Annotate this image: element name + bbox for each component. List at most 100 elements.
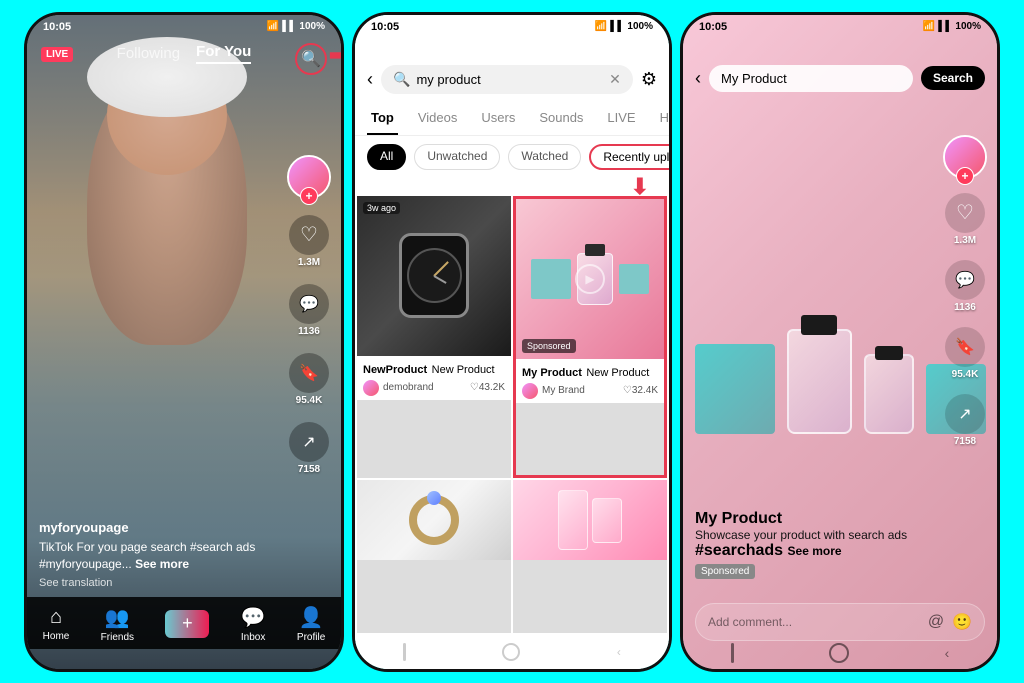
arrow-to-search: ➡: [329, 41, 344, 70]
create-video-btn[interactable]: +: [165, 610, 209, 638]
add-icon: +: [182, 613, 193, 634]
watch-image: [357, 196, 511, 356]
perfume-cap-large: [801, 315, 837, 335]
comment-count-p3: 1136: [954, 302, 976, 313]
nav-home-btn[interactable]: ⌂ Home: [43, 606, 70, 642]
creator-username: myforyoupage: [39, 520, 281, 535]
clear-search-icon[interactable]: ✕: [609, 71, 621, 88]
like-count-p3: 1.3M: [954, 235, 976, 246]
emoji-button[interactable]: 🙂: [952, 612, 972, 632]
perfume-image: ▶: [516, 199, 664, 359]
search-result-3[interactable]: [357, 480, 511, 633]
result-title-2: My Product New Product: [522, 363, 658, 381]
tab-users[interactable]: Users: [477, 102, 519, 135]
filter-tabs: Top Videos Users Sounds LIVE Hashtags: [355, 102, 669, 136]
nav-profile-btn[interactable]: 👤 Profile: [297, 605, 325, 643]
share-count-p3: 7158: [954, 436, 976, 447]
follow-plus-badge-p3[interactable]: +: [956, 167, 974, 185]
creator-avatar-p3[interactable]: +: [943, 135, 987, 179]
share-icon: ↗: [289, 422, 329, 462]
product-info: My Product Showcase your product with se…: [695, 510, 942, 579]
like-button-p3[interactable]: ♡ 1.3M: [945, 193, 985, 246]
comment-button[interactable]: 💬 1136: [289, 284, 329, 337]
see-more-link-p3[interactable]: See more: [788, 544, 842, 558]
battery-p3: 100%: [955, 21, 981, 32]
sub-filter-chips: All Unwatched Watched Recently uploaded: [355, 136, 669, 178]
brand-name-1: demobrand: [383, 382, 434, 393]
cosmetic-bottle-1: [558, 490, 588, 550]
like-button[interactable]: ♡ 1.3M: [289, 215, 329, 268]
result-meta-2: My Product New Product My Brand ♡32.4K: [516, 359, 664, 403]
chip-unwatched[interactable]: Unwatched: [414, 144, 500, 170]
product-title: My Product: [695, 510, 942, 528]
tab-live[interactable]: LIVE: [603, 102, 639, 135]
wifi-icon-p2: 📶: [595, 21, 607, 32]
search-header: ‹ 🔍 my product ✕ ⚙: [355, 37, 669, 102]
teal-box-small: [619, 264, 649, 294]
search-icon-phone1: 🔍: [301, 49, 321, 69]
share-icon-p3: ↗: [945, 394, 985, 434]
friends-icon: 👥: [105, 605, 130, 630]
see-translation[interactable]: See translation: [39, 577, 281, 589]
nav-friends-btn[interactable]: 👥 Friends: [101, 605, 134, 643]
nav-following[interactable]: Following: [117, 45, 180, 62]
back-button-p2[interactable]: ‹: [367, 69, 373, 90]
search-button-p3[interactable]: Search: [921, 66, 985, 90]
gesture-circle-p3: [829, 643, 849, 663]
sub-filter-area: All Unwatched Watched Recently uploaded …: [355, 136, 669, 178]
inbox-label: Inbox: [241, 632, 265, 643]
chip-recently-uploaded[interactable]: Recently uploaded: [589, 144, 669, 170]
search-result-4[interactable]: [513, 480, 667, 633]
comment-icon-p3: 💬: [945, 260, 985, 300]
back-button-p3[interactable]: ‹: [695, 68, 701, 89]
tab-top[interactable]: Top: [367, 102, 398, 135]
status-bar-phone1: 10:05 📶 ▌▌ 100%: [27, 15, 341, 37]
play-overlay-icon: ▶: [575, 264, 605, 294]
search-text-p2: my product: [416, 72, 603, 87]
search-result-1[interactable]: 3w ago NewProduct New Product demobrand …: [357, 196, 511, 479]
signal-icon-p3: ▌▌: [938, 21, 952, 32]
creator-avatar[interactable]: +: [287, 155, 331, 199]
status-icons-phone1: 📶 ▌▌ 100%: [267, 21, 325, 32]
gesture-nav-p2: ‹: [355, 635, 669, 669]
result-meta-1: NewProduct New Product demobrand ♡43.2K: [357, 356, 511, 400]
caption-text: TikTok For you page search #search ads #…: [39, 539, 281, 573]
friends-label: Friends: [101, 632, 134, 643]
search-button-phone1[interactable]: 🔍: [295, 43, 327, 75]
share-button-p3[interactable]: ↗ 7158: [945, 394, 985, 447]
tab-videos[interactable]: Videos: [414, 102, 462, 135]
status-time-phone2: 10:05: [371, 21, 399, 33]
chip-watched[interactable]: Watched: [508, 144, 581, 170]
comment-count: 1136: [298, 326, 320, 337]
video-time-badge: 3w ago: [363, 202, 400, 214]
chip-all[interactable]: All: [367, 144, 406, 170]
nav-for-you[interactable]: For You: [196, 43, 251, 64]
follow-plus-badge[interactable]: +: [300, 187, 318, 205]
wifi-icon: 📶: [267, 21, 279, 32]
tab-hashtags[interactable]: Hashtags: [656, 102, 669, 135]
wifi-icon-p3: 📶: [923, 21, 935, 32]
result-title-1: NewProduct New Product: [363, 360, 505, 378]
result-footer-2: My Brand ♡32.4K: [522, 383, 658, 399]
tab-sounds[interactable]: Sounds: [535, 102, 587, 135]
share-button[interactable]: ↗ 7158: [289, 422, 329, 475]
status-bar-phone3: 10:05 📶 ▌▌ 100%: [683, 15, 997, 37]
bookmark-button[interactable]: 🔖 95.4K: [289, 353, 329, 406]
search-bar-p3[interactable]: My Product: [709, 65, 913, 92]
search-bar-p2[interactable]: 🔍 my product ✕: [381, 65, 633, 94]
watch-face: [399, 233, 469, 318]
search-result-2-sponsored[interactable]: ▶ Sponsored My Product New Product My Br…: [513, 196, 667, 479]
comment-button-p3[interactable]: 💬 1136: [945, 260, 985, 313]
status-icons-phone3: 📶 ▌▌ 100%: [923, 21, 981, 32]
battery-phone1: 100%: [299, 21, 325, 32]
brand-name-2: My Brand: [542, 385, 585, 396]
at-mention-button[interactable]: @: [928, 613, 944, 631]
cosmetic-image: [513, 480, 667, 560]
likes-count-1: ♡43.2K: [470, 382, 505, 393]
gesture-circle-p2: [502, 643, 520, 661]
result-footer-1: demobrand ♡43.2K: [363, 380, 505, 396]
bookmark-button-p3[interactable]: 🔖 95.4K: [945, 327, 985, 380]
nav-inbox-btn[interactable]: 💬 Inbox: [241, 605, 266, 643]
filter-settings-icon[interactable]: ⚙: [641, 69, 657, 90]
see-more-link[interactable]: See more: [135, 557, 189, 571]
